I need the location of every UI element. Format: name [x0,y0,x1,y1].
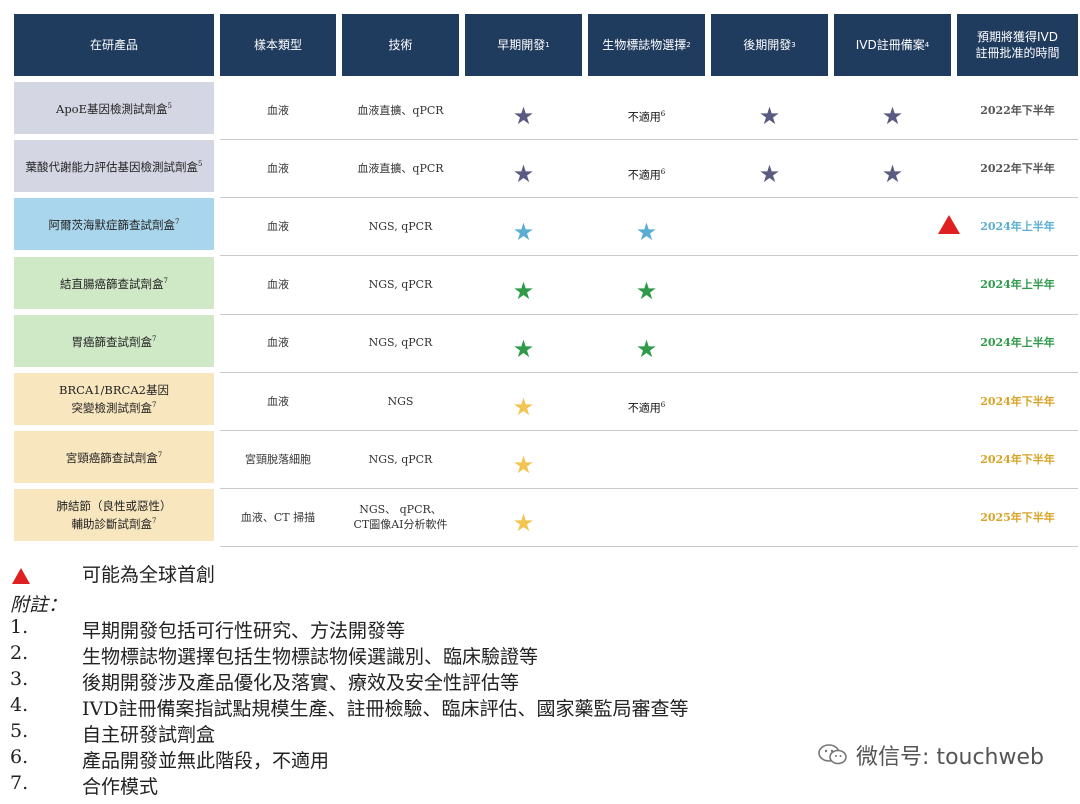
expected-approval-time: 2022年下半年 [980,161,1055,175]
product-name: 阿爾茨海默症篩查試劑盒7 [14,198,214,251]
expected-approval-time: 2024年上半年 [980,336,1055,350]
expected-approval-time: 2024年下半年 [980,394,1055,408]
technology: 血液直擴、qPCR [357,161,444,175]
table-row: 阿爾茨海默症篩查試劑盒7 血液 NGS, qPCR ★ ★ 2024年上半年 [14,198,1078,257]
expected-approval-time: 2024年下半年 [980,452,1055,466]
header-early: 早期開發 1 [465,14,582,76]
footnote-text: 生物標誌物選擇包括生物標誌物候選識別、臨床驗證等 [82,646,539,668]
footnote-number: 5. [10,720,29,742]
early-stage-star-icon: ★ [512,451,535,480]
legend-text: 可能為全球首創 [82,564,216,586]
ivd-stage-star-icon: ★ [881,102,904,130]
header-late: 後期開發 3 [711,14,828,76]
technology: NGS [387,394,414,408]
sample-type: 宮頸脫落細胞 [245,452,311,466]
sample-type: 血液 [267,161,289,175]
product-name: 葉酸代謝能力評估基因檢測試劑盒5 [14,140,214,193]
late-stage-star-icon: ★ [758,160,781,189]
footnote-number: 6. [10,746,29,768]
technology: 血液直擴、qPCR [357,103,444,117]
header-tech: 技術 [342,14,459,76]
wechat-icon [818,744,848,766]
expected-approval-time: 2022年下半年 [980,103,1055,117]
biomarker-stage-star-icon: ★ [635,218,658,247]
early-stage-star-icon: ★ [512,393,535,421]
product-name: 宮頸癌篩查試劑盒7 [14,431,214,484]
early-stage-star-icon: ★ [512,102,535,130]
table-row: 胃癌篩查試劑盒7 血液 NGS, qPCR ★ ★ 2024年上半年 [14,314,1078,373]
red-triangle-icon [12,568,30,584]
expected-approval-time: 2025年下半年 [980,510,1055,524]
footnote-text: 早期開發包括可行性研究、方法開發等 [82,620,406,642]
sample-type: 血液 [267,278,289,292]
expected-approval-time: 2024年上半年 [980,219,1055,233]
expected-approval-time: 2024年上半年 [980,278,1055,292]
footnote-text: 產品開發並無此階段，不適用 [82,750,330,772]
footnote-number: 3. [10,668,29,690]
footnote-number: 4. [10,694,29,716]
ivd-stage-star-icon: ★ [881,160,904,189]
product-name: 胃癌篩查試劑盒7 [14,314,214,367]
table-row: 葉酸代謝能力評估基因檢測試劑盒5 血液 血液直擴、qPCR ★ 不適用6 ★ ★ 2022年下… [14,140,1078,199]
footnote-number: 2. [10,642,29,664]
table-row: 結直腸癌篩查試劑盒7 血液 NGS, qPCR ★ ★ 2024年上半年 [14,256,1078,315]
product-name: 結直腸癌篩查試劑盒7 [14,256,214,309]
table-row: 肺結節（良性或惡性） 輔助診斷試劑盒7 血液、CT 掃描 NGS、 qPCR、 CT圖像… [14,489,1078,548]
product-name: 肺結節（良性或惡性） 輔助診斷試劑盒7 [14,489,214,542]
header-sample: 樣本類型 [220,14,336,76]
sample-type: 血液、CT 掃描 [240,510,316,524]
biomarker-not-applicable: 不適用6 [627,401,666,415]
sample-type: 血液 [267,336,289,350]
table-row: BRCA1/BRCA2基因 突變檢測試劑盒7 血液 NGS ★ 不適用6 2024年下半年 [14,373,1078,431]
header-product: 在研產品 [14,14,214,76]
early-stage-star-icon: ★ [512,276,535,305]
footnote-text: IVD註冊備案指試點規模生產、註冊檢驗、臨床評估、國家藥監局審查等 [82,698,689,720]
early-stage-star-icon: ★ [512,160,535,189]
technology: NGS, qPCR [368,452,433,466]
technology: NGS, qPCR [368,336,433,350]
early-stage-star-icon: ★ [512,334,535,363]
sample-type: 血液 [267,219,289,233]
sample-type: 血液 [267,103,289,117]
row-divider [220,546,1078,548]
sample-type: 血液 [267,394,289,408]
global-first-triangle-icon [938,215,960,235]
header-ivd: IVD註冊備案 4 [834,14,951,76]
table-row: ApoE基因檢測試劑盒5 血液 血液直擴、qPCR ★ 不適用6 ★ ★ 2022年下半年 [14,82,1078,140]
technology: NGS, qPCR [368,219,433,233]
header-biomarker: 生物標誌物選擇 2 [588,14,705,76]
biomarker-not-applicable: 不適用6 [627,110,666,124]
technology: NGS、 qPCR、 CT圖像AI分析軟件 [353,503,448,532]
early-stage-star-icon: ★ [512,218,535,247]
notes-title: 附註： [10,594,68,616]
early-stage-star-icon: ★ [512,509,535,538]
biomarker-stage-star-icon: ★ [635,334,658,363]
biomarker-not-applicable: 不適用6 [627,168,666,183]
technology: NGS, qPCR [368,278,433,292]
product-name: ApoE基因檢測試劑盒5 [14,82,214,134]
footnote-text: 後期開發涉及產品優化及落實、療效及安全性評估等 [82,672,520,694]
product-name: BRCA1/BRCA2基因 突變檢測試劑盒7 [14,373,214,425]
biomarker-stage-star-icon: ★ [635,276,658,305]
table-row: 宮頸癌篩查試劑盒7 宮頸脫落細胞 NGS, qPCR ★ 2024年下半年 [14,431,1078,490]
header-expected: 預期將獲得IVD 註冊批准的時間 [957,14,1078,76]
footnote-text: 合作模式 [82,776,159,798]
late-stage-star-icon: ★ [758,102,781,130]
footnote-text: 自主研發試劑盒 [82,724,216,746]
watermark: 微信号: touchweb [818,739,1044,771]
footnote-number: 1. [10,616,29,638]
footnote-number: 7. [10,772,29,794]
watermark-text: 微信号: touchweb [856,745,1044,770]
